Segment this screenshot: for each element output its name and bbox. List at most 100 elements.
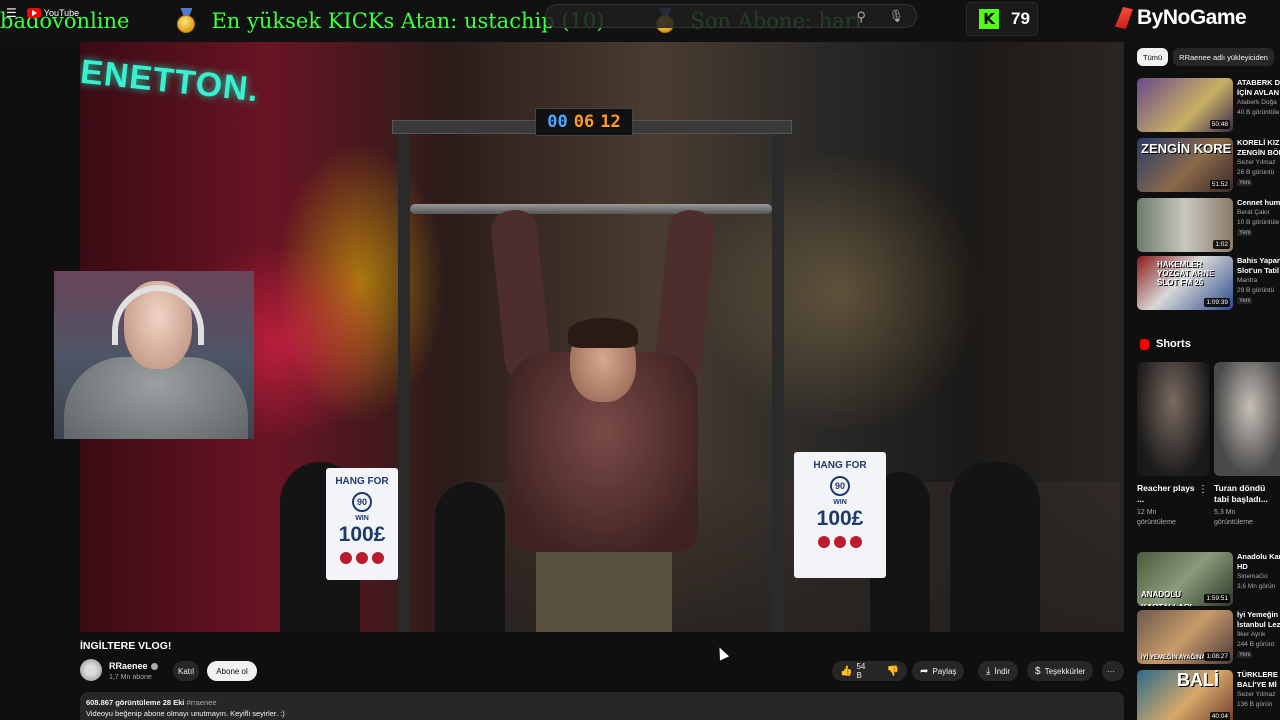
join-button[interactable]: Katıl xyxy=(173,661,199,681)
headphones xyxy=(112,285,204,345)
new-badge: Yeni xyxy=(1237,180,1253,186)
like-count[interactable]: 54 B xyxy=(856,662,868,680)
rec-title[interactable]: TÜRKLERE BALİ'YE Mİ xyxy=(1237,670,1280,690)
share-button[interactable]: ➦ Paylaş xyxy=(912,661,965,681)
recommendation-item[interactable]: 1:02 Cennet hum Berat Çakır 10 B görüntü… xyxy=(1137,198,1280,252)
rec-views: 10 B görüntüle xyxy=(1237,219,1280,226)
youtube-logo-icon xyxy=(26,8,41,18)
channel-name-wrap[interactable]: RRaenee xyxy=(109,661,158,671)
rec-title[interactable]: İyi Yemeğin İstanbul Lez xyxy=(1237,610,1280,630)
streamer-webcam xyxy=(54,271,254,439)
rec-thumbnail[interactable]: HAKEMLER YOZGAT ARNE SLOT FM 26 1:09:39 xyxy=(1137,256,1233,310)
rec-channel[interactable]: Mantra xyxy=(1237,277,1257,284)
short-title[interactable]: Reacher plays ... xyxy=(1137,483,1195,505)
verified-icon xyxy=(150,663,158,671)
subscribe-button[interactable]: Abone ol xyxy=(207,661,257,681)
chip-from-uploader[interactable]: RRaenee adlı yükleyiciden xyxy=(1173,48,1274,66)
search-bar-ghost[interactable]: ⚲ 🎙 xyxy=(545,4,917,28)
recommendation-item[interactable]: 50:48 ATABERK DOİÇİN AVLAN Ataberk Doğa … xyxy=(1137,78,1280,132)
store-sign: ENETTON. xyxy=(80,52,261,110)
stream-overlay-bar: ☰ YouTube badovonline En yüksek KICKs At… xyxy=(0,0,1280,42)
subscriber-count: 1,7 Mn abone xyxy=(109,674,152,681)
channel-row: RRaenee 1,7 Mn abone Katıl Abone ol 👍 54… xyxy=(80,658,1130,684)
recommendation-item[interactable]: İYİ YEMEĞİN AYAĞINA 1:08:27 İyi Yemeğin İ… xyxy=(1137,610,1280,664)
rec-duration: 51:52 xyxy=(1209,180,1230,189)
download-button[interactable]: ⤓ İndir xyxy=(978,661,1018,681)
description-box[interactable]: 608.867 görüntüleme 28 Eki #rraenee Vide… xyxy=(80,692,1124,720)
rec-duration: 1:09:39 xyxy=(1204,298,1230,307)
video-title: İNGİLTERE VLOG! xyxy=(80,640,172,652)
menu-icon[interactable]: ☰ xyxy=(6,6,17,20)
crowd-figure xyxy=(435,482,505,632)
page: ☰ YouTube badovonline En yüksek KICKs At… xyxy=(0,0,1280,720)
rec-thumb-text: HAKEMLER YOZGAT ARNE SLOT FM 26 xyxy=(1157,260,1215,287)
countdown-timer: 00 06 12 xyxy=(535,108,633,136)
recommendation-item[interactable]: HAKEMLER YOZGAT ARNE SLOT FM 26 1:09:39 … xyxy=(1137,256,1280,310)
rec-duration: 1:59:51 xyxy=(1204,594,1230,603)
view-date: 608.867 görüntüleme 28 Eki xyxy=(86,698,185,707)
short-thumbnail[interactable] xyxy=(1214,362,1280,476)
like-dislike-group: 👍 54 B 👎 xyxy=(832,661,907,681)
channel-avatar[interactable] xyxy=(80,659,102,681)
rec-duration: 40:04 xyxy=(1209,712,1230,720)
rec-views: 244 B görünt xyxy=(1237,641,1275,648)
download-label: İndir xyxy=(994,666,1010,676)
rec-channel[interactable]: Sezer Yılmaz xyxy=(1237,159,1276,166)
timer-minutes: 06 xyxy=(573,112,595,132)
rec-title[interactable]: ATABERK DOİÇİN AVLAN xyxy=(1237,78,1280,98)
thanks-label: Teşekkürler xyxy=(1044,666,1086,676)
hanging-person xyxy=(489,208,717,632)
rec-channel[interactable]: Sezer Yılmaz xyxy=(1237,691,1276,698)
short-thumbnail[interactable] xyxy=(1137,362,1209,476)
rec-thumbnail[interactable]: 50:48 xyxy=(1137,78,1233,132)
recommendation-item[interactable]: BALİ 40:04 TÜRKLERE BALİ'YE Mİ Sezer Yılm… xyxy=(1137,670,1280,720)
thumbs-up-icon[interactable]: 👍 xyxy=(840,666,852,677)
thanks-button[interactable]: $ Teşekkürler xyxy=(1027,661,1094,681)
youtube-wordmark: YouTube xyxy=(43,8,80,18)
rec-title[interactable]: Cennet hum xyxy=(1237,198,1280,208)
rec-channel[interactable]: Ataberk Doğa xyxy=(1237,99,1277,106)
channel-name[interactable]: RRaenee xyxy=(109,661,148,671)
rec-thumb-text: ZENGİN KORE xyxy=(1141,141,1232,156)
new-badge: Yeni xyxy=(1237,230,1253,236)
search-icon[interactable]: ⚲ xyxy=(856,9,866,25)
medal-icon xyxy=(175,8,197,34)
short-views: 12 Mn görüntüleme xyxy=(1137,509,1176,526)
filter-chips: Tümü RRaenee adlı yükleyiciden xyxy=(1137,48,1274,66)
rec-title[interactable]: Bahis Yapan Slot'un Tatil xyxy=(1237,256,1280,276)
rec-channel[interactable]: SinemaGo xyxy=(1237,573,1268,580)
rec-duration: 1:08:27 xyxy=(1204,652,1230,661)
rec-title[interactable]: KORELİ KIZ ZENGİN BÖL xyxy=(1237,138,1280,158)
rec-title[interactable]: Anadolu Kar HD xyxy=(1237,552,1280,572)
rec-channel[interactable]: İlker Ayrık xyxy=(1237,631,1265,638)
timer-seconds: 12 xyxy=(600,112,621,132)
timer-hours: 00 xyxy=(547,112,568,132)
chip-all[interactable]: Tümü xyxy=(1137,48,1169,66)
rec-thumbnail[interactable]: 1:02 xyxy=(1137,198,1233,252)
recommendation-item[interactable]: ANADOLU KARTALLARI 1:59:51 Anadolu KarHD… xyxy=(1137,552,1280,606)
share-icon: ➦ xyxy=(920,665,929,677)
rec-thumbnail[interactable]: İYİ YEMEĞİN AYAĞINA 1:08:27 xyxy=(1137,610,1233,664)
recommendation-item[interactable]: ZENGİN KORE 51:52 KORELİ KIZ ZENGİN BÖL S… xyxy=(1137,138,1280,192)
challenge-poster-left: HANG FOR 90 WIN 100£ xyxy=(326,468,398,580)
crowd-figure xyxy=(950,462,1040,632)
microphone-icon[interactable]: 🎙 xyxy=(889,9,904,23)
rec-views: 3,6 Mn görün xyxy=(1237,583,1276,590)
thumbs-down-icon[interactable]: 👎 xyxy=(887,666,899,677)
rec-views: 136 B görün xyxy=(1237,701,1273,708)
rec-thumbnail[interactable]: ANADOLU KARTALLARI 1:59:51 xyxy=(1137,552,1233,606)
short-views: 5,3 Mn görüntüleme xyxy=(1214,509,1253,526)
thanks-icon: $ xyxy=(1035,665,1041,677)
rec-thumbnail[interactable]: BALİ 40:04 xyxy=(1137,670,1233,720)
challenge-poster-right: HANG FOR 90 WIN 100£ xyxy=(794,452,886,578)
rec-views: 26 B görüntü xyxy=(1237,169,1275,176)
rec-views: 29 B görüntü xyxy=(1237,287,1275,294)
brand-logo: ByNoGame xyxy=(1115,6,1247,30)
more-actions-button[interactable]: ··· xyxy=(1102,661,1124,681)
rec-thumbnail[interactable]: ZENGİN KORE 51:52 xyxy=(1137,138,1233,192)
more-vert-icon[interactable]: ⋮ xyxy=(1198,484,1208,495)
short-title[interactable]: Turan döndü tabi başladı... xyxy=(1214,483,1280,505)
rec-channel[interactable]: Berat Çakır xyxy=(1237,209,1270,216)
hashtag[interactable]: #rraenee xyxy=(186,698,216,707)
rec-thumb-text: BALİ xyxy=(1177,670,1219,690)
